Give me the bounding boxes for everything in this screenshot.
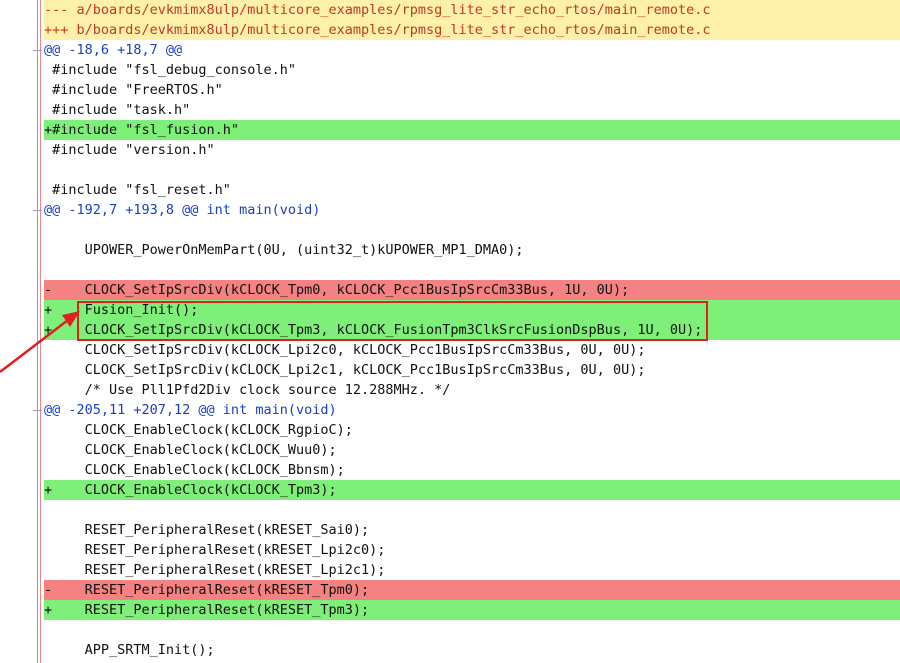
diff-line-text: #include "fsl_reset.h": [44, 182, 231, 198]
diff-line-context: RESET_PeripheralReset(kRESET_Lpi2c0);: [0, 540, 900, 560]
diff-line-add: + CLOCK_EnableClock(kCLOCK_Tpm3);: [0, 480, 900, 500]
diff-line-background: [44, 260, 900, 280]
diff-line-text: + CLOCK_EnableClock(kCLOCK_Tpm3);: [44, 482, 337, 498]
diff-line-background: [44, 160, 900, 180]
diff-line-context: [0, 500, 900, 520]
diff-line-context: #include "fsl_reset.h": [0, 180, 900, 200]
annotation-highlight-box: [77, 301, 708, 341]
fold-toggle-icon[interactable]: [33, 410, 42, 411]
fold-toggle-icon[interactable]: [33, 50, 42, 51]
diff-line-context: CLOCK_SetIpSrcDiv(kCLOCK_Lpi2c1, kCLOCK_…: [0, 360, 900, 380]
diff-line-del: - CLOCK_SetIpSrcDiv(kCLOCK_Tpm0, kCLOCK_…: [0, 280, 900, 300]
diff-line-background: [44, 500, 900, 520]
diff-line-context: [0, 160, 900, 180]
diff-line-text: CLOCK_SetIpSrcDiv(kCLOCK_Lpi2c1, kCLOCK_…: [44, 362, 646, 378]
diff-line-del: - RESET_PeripheralReset(kRESET_Tpm0);: [0, 580, 900, 600]
diff-line-context: APP_SRTM_Init();: [0, 640, 900, 660]
diff-line-context: [0, 620, 900, 640]
diff-line-context: #include "FreeRTOS.h": [0, 80, 900, 100]
diff-line-context: [0, 260, 900, 280]
diff-line-hunk: @@ -205,11 +207,12 @@ int main(void): [0, 400, 900, 420]
diff-line-text: CLOCK_EnableClock(kCLOCK_Wuu0);: [44, 442, 337, 458]
diff-line-text: @@ -18,6 +18,7 @@: [44, 42, 183, 58]
diff-line-text: @@ -192,7 +193,8 @@ int main(void): [44, 202, 321, 218]
diff-line-add: + RESET_PeripheralReset(kRESET_Tpm3);: [0, 600, 900, 620]
diff-line-text: CLOCK_EnableClock(kCLOCK_Bbnsm);: [44, 462, 345, 478]
diff-line-text: + RESET_PeripheralReset(kRESET_Tpm3);: [44, 602, 370, 618]
diff-line-header: --- a/boards/evkmimx8ulp/multicore_examp…: [0, 0, 900, 20]
diff-line-header: +++ b/boards/evkmimx8ulp/multicore_examp…: [0, 20, 900, 40]
diff-line-text: RESET_PeripheralReset(kRESET_Lpi2c0);: [44, 542, 386, 558]
diff-line-text: #include "version.h": [44, 142, 215, 158]
diff-line-background: [44, 620, 900, 640]
diff-line-context: CLOCK_EnableClock(kCLOCK_RgpioC);: [0, 420, 900, 440]
diff-line-text: RESET_PeripheralReset(kRESET_Lpi2c1);: [44, 562, 386, 578]
diff-line-context: RESET_PeripheralReset(kRESET_Sai0);: [0, 520, 900, 540]
diff-line-context: /* Use Pll1Pfd2Div clock source 12.288MH…: [0, 380, 900, 400]
diff-line-text: UPOWER_PowerOnMemPart(0U, (uint32_t)kUPO…: [44, 242, 524, 258]
diff-line-context: RESET_PeripheralReset(kRESET_Lpi2c1);: [0, 560, 900, 580]
diff-line-text: CLOCK_SetIpSrcDiv(kCLOCK_Lpi2c0, kCLOCK_…: [44, 342, 646, 358]
diff-line-text: #include "fsl_debug_console.h": [44, 62, 296, 78]
diff-line-context: CLOCK_EnableClock(kCLOCK_Bbnsm);: [0, 460, 900, 480]
diff-line-hunk: @@ -192,7 +193,8 @@ int main(void): [0, 200, 900, 220]
diff-line-text: #include "FreeRTOS.h": [44, 82, 223, 98]
diff-line-add: +#include "fsl_fusion.h": [0, 120, 900, 140]
diff-line-text: --- a/boards/evkmimx8ulp/multicore_examp…: [44, 2, 711, 18]
diff-line-context: #include "version.h": [0, 140, 900, 160]
diff-line-text: #include "task.h": [44, 102, 191, 118]
diff-line-context: CLOCK_EnableClock(kCLOCK_Wuu0);: [0, 440, 900, 460]
diff-line-text: /* Use Pll1Pfd2Div clock source 12.288MH…: [44, 382, 451, 398]
diff-line-context: [0, 220, 900, 240]
diff-line-context: #include "task.h": [0, 100, 900, 120]
diff-line-context: #include "fsl_debug_console.h": [0, 60, 900, 80]
diff-line-text: +++ b/boards/evkmimx8ulp/multicore_examp…: [44, 22, 711, 38]
diff-line-text: APP_SRTM_Init();: [44, 642, 215, 658]
fold-toggle-icon[interactable]: [33, 210, 42, 211]
diff-line-hunk: @@ -18,6 +18,7 @@: [0, 40, 900, 60]
diff-line-text: RESET_PeripheralReset(kRESET_Sai0);: [44, 522, 370, 538]
diff-line-text: CLOCK_EnableClock(kCLOCK_RgpioC);: [44, 422, 353, 438]
diff-line-text: @@ -205,11 +207,12 @@ int main(void): [44, 402, 337, 418]
diff-line-text: - CLOCK_SetIpSrcDiv(kCLOCK_Tpm0, kCLOCK_…: [44, 282, 630, 298]
diff-line-context: CLOCK_SetIpSrcDiv(kCLOCK_Lpi2c0, kCLOCK_…: [0, 340, 900, 360]
diff-line-text: - RESET_PeripheralReset(kRESET_Tpm0);: [44, 582, 370, 598]
diff-line-text: +#include "fsl_fusion.h": [44, 122, 240, 138]
diff-line-context: UPOWER_PowerOnMemPart(0U, (uint32_t)kUPO…: [0, 240, 900, 260]
annotation-arrow-icon: [0, 311, 80, 373]
diff-line-background: [44, 220, 900, 240]
